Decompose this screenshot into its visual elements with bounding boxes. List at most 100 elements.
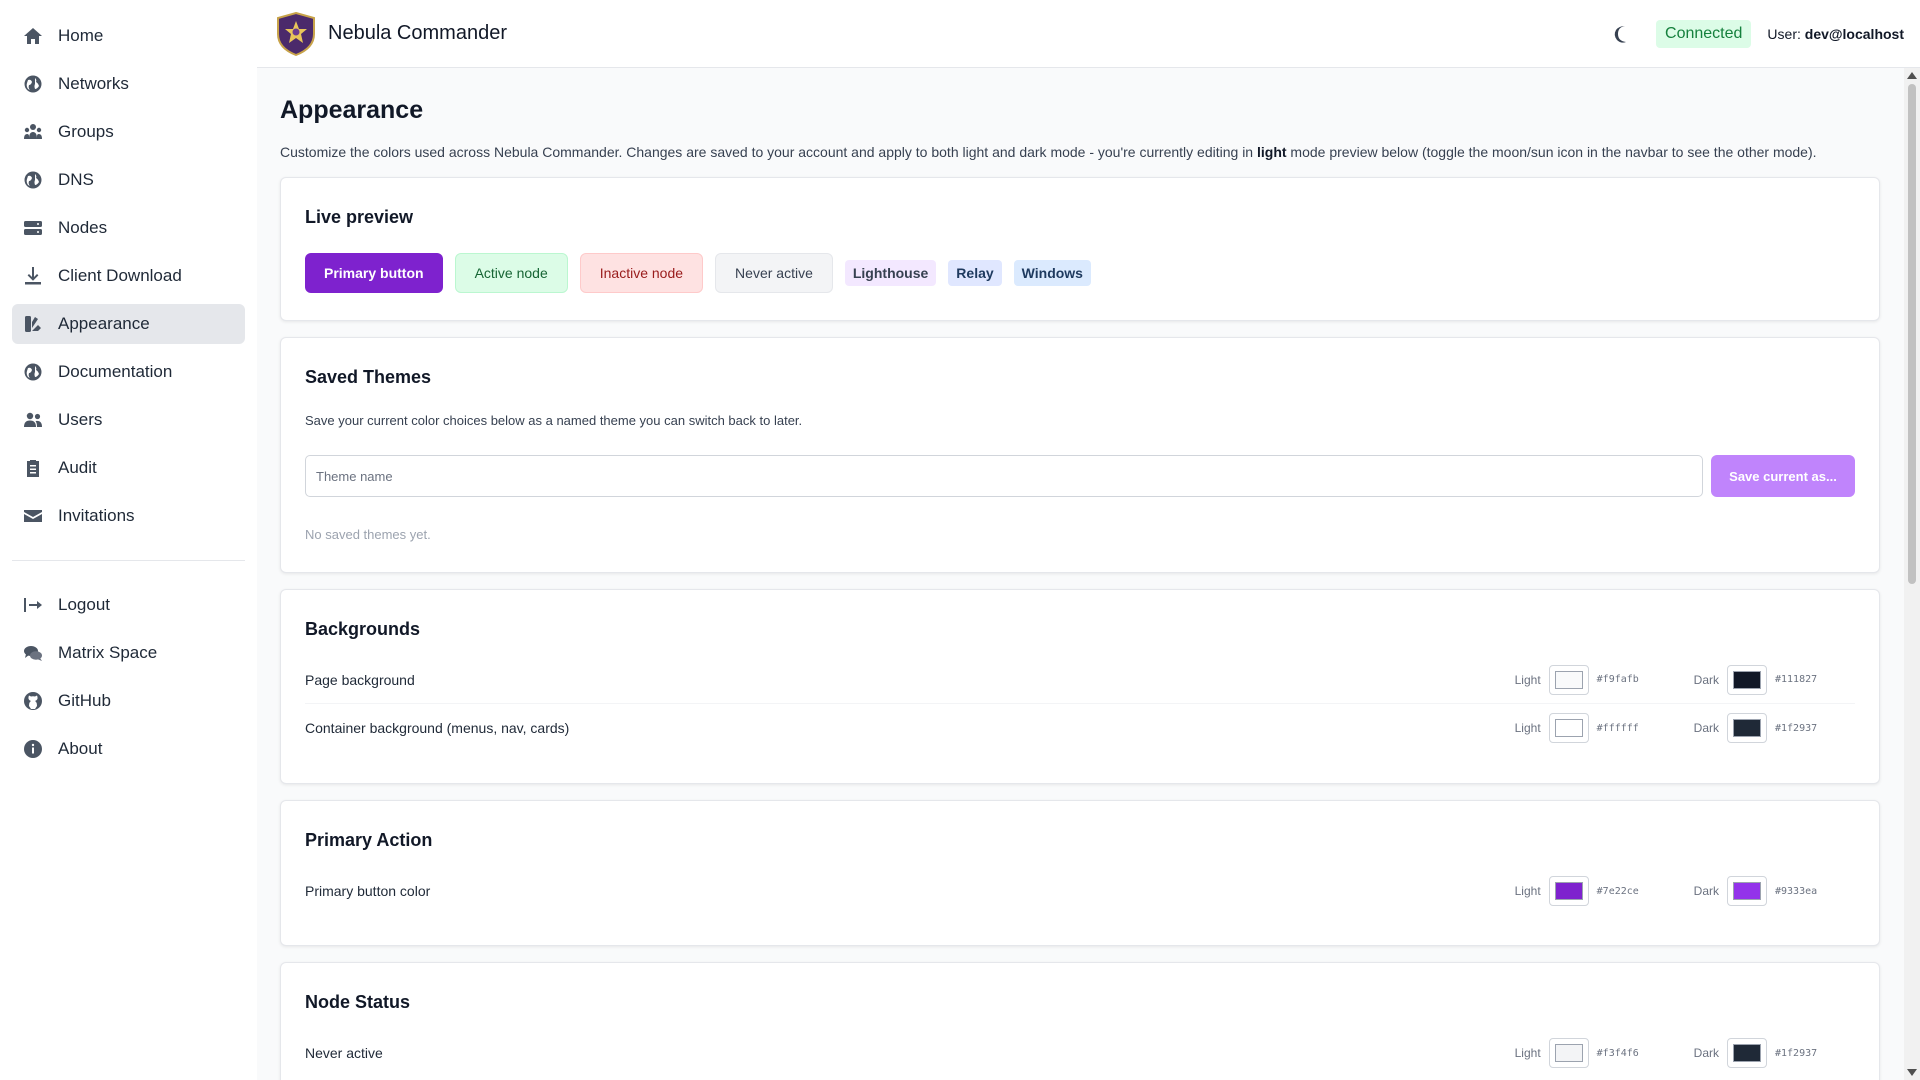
sidebar-item-label: Audit — [58, 458, 97, 477]
primary-action-card: Primary Action Primary button color Ligh… — [280, 800, 1880, 946]
page-description-text-end: mode preview below (toggle the moon/sun … — [1286, 144, 1817, 160]
dark-color-picker[interactable] — [1727, 876, 1767, 906]
info-icon — [22, 738, 44, 760]
sidebar-item-home[interactable]: Home — [12, 16, 245, 56]
preview-never-active: Never active — [715, 253, 833, 293]
dark-color-group: Dark #1f2937 — [1694, 1038, 1837, 1068]
dark-color-picker[interactable] — [1727, 664, 1767, 695]
sidebar-item-label: Matrix Space — [58, 643, 158, 662]
light-color-group: Light #7e22ce — [1515, 876, 1659, 906]
sidebar-item-audit[interactable]: Audit — [12, 448, 245, 488]
color-row-page-background: Page background Light #f9fafb Dark #1118… — [305, 656, 1855, 704]
color-row-label: Never active — [305, 1045, 383, 1061]
dark-swatch-fill — [1733, 882, 1761, 900]
scroll-up-arrow-icon[interactable] — [1907, 72, 1917, 79]
sidebar-divider — [12, 560, 245, 561]
dark-color-group: Dark #111827 — [1693, 664, 1837, 695]
chat-bubbles-icon — [22, 642, 44, 664]
light-color-group: Light #ffffff — [1515, 713, 1659, 743]
dark-color-group: Dark #9333ea — [1694, 876, 1837, 906]
connection-status-badge: Connected — [1656, 20, 1752, 48]
live-preview-card: Live preview Primary button Active node … — [280, 177, 1880, 321]
user-name: dev@localhost — [1804, 26, 1904, 42]
sidebar-item-label: Invitations — [58, 506, 135, 525]
dark-swatch-fill — [1733, 1044, 1761, 1062]
logout-icon — [22, 594, 44, 616]
theme-save-row: Save current as... — [305, 455, 1855, 497]
color-row-label: Container background (menus, nav, cards) — [305, 720, 570, 736]
light-label: Light — [1514, 721, 1541, 735]
page-title: Appearance — [280, 96, 424, 124]
backgrounds-title: Backgrounds — [305, 619, 421, 639]
sidebar-item-appearance[interactable]: Appearance — [12, 304, 245, 344]
sidebar-item-matrix-space[interactable]: Matrix Space — [12, 633, 245, 673]
scroll-thumb[interactable] — [1908, 84, 1916, 584]
sidebar-item-label: DNS — [58, 170, 94, 189]
user-prefix: User: — [1767, 26, 1801, 42]
color-row-never-active: Never active Light #f3f4f6 Dark #1f2937 — [305, 1029, 1855, 1077]
preview-tag-relay: Relay — [948, 260, 1002, 286]
sidebar-item-github[interactable]: GitHub — [12, 681, 245, 721]
topbar: Nebula Commander Connected User: dev@loc… — [257, 0, 1920, 68]
sidebar-item-about[interactable]: About — [12, 729, 245, 769]
globe-icon — [22, 169, 44, 191]
dark-label: Dark — [1693, 672, 1719, 687]
sidebar-item-groups[interactable]: Groups — [12, 112, 245, 152]
sidebar-item-networks[interactable]: Networks — [12, 64, 245, 104]
user-info: User: dev@localhost — [1767, 26, 1904, 42]
shield-logo-icon[interactable] — [276, 11, 316, 56]
sidebar-item-label: Groups — [58, 122, 114, 141]
backgrounds-card: Backgrounds Page background Light #f9faf… — [280, 589, 1880, 784]
page-description-text: Customize the colors used across Nebula … — [280, 144, 1257, 160]
sidebar-item-users[interactable]: Users — [12, 400, 245, 440]
sidebar-item-label: GitHub — [58, 691, 111, 710]
sidebar-item-nodes[interactable]: Nodes — [12, 208, 245, 248]
main-content: Appearance Customize the colors used acr… — [257, 69, 1904, 1080]
light-swatch-fill — [1554, 882, 1583, 900]
dark-hex-value: #1f2937 — [1775, 1047, 1818, 1059]
sidebar-item-label: Home — [58, 26, 104, 45]
light-hex-value: #f3f4f6 — [1596, 1047, 1639, 1059]
scroll-down-arrow-icon[interactable] — [1907, 1069, 1917, 1076]
saved-themes-card: Saved Themes Save your current color cho… — [280, 337, 1880, 573]
theme-name-input[interactable] — [305, 455, 1703, 497]
sidebar-item-documentation[interactable]: Documentation — [12, 352, 245, 392]
users-icon — [22, 409, 44, 431]
dark-color-group: Dark #1f2937 — [1694, 713, 1837, 743]
light-label: Light — [1514, 884, 1541, 898]
preview-primary-button[interactable]: Primary button — [305, 253, 443, 293]
sidebar-item-label: Networks — [58, 74, 129, 93]
page-description-mode: light — [1257, 144, 1287, 160]
light-color-picker[interactable] — [1548, 1038, 1589, 1068]
sidebar-item-client-download[interactable]: Client Download — [12, 256, 245, 296]
dark-hex-value: #1f2937 — [1775, 722, 1818, 734]
sidebar-item-label: Appearance — [58, 314, 150, 333]
sidebar-item-invitations[interactable]: Invitations — [12, 496, 245, 536]
sidebar-item-label: Users — [58, 410, 103, 429]
color-rows: Never active Light #f3f4f6 Dark #1f2937 — [305, 1029, 1855, 1077]
sidebar-item-logout[interactable]: Logout — [12, 585, 245, 625]
dark-color-picker[interactable] — [1727, 713, 1767, 743]
save-theme-button[interactable]: Save current as... — [1711, 455, 1855, 497]
preview-inactive-node: Inactive node — [579, 253, 704, 293]
dark-hex-value: #111827 — [1775, 674, 1818, 685]
moon-icon[interactable] — [1612, 23, 1634, 45]
home-icon — [22, 25, 44, 47]
light-color-picker[interactable] — [1548, 876, 1589, 906]
light-color-picker[interactable] — [1548, 664, 1589, 695]
light-swatch-fill — [1554, 719, 1583, 737]
light-label: Light — [1514, 1046, 1541, 1060]
light-color-picker[interactable] — [1548, 713, 1589, 743]
light-swatch-fill — [1554, 1044, 1583, 1062]
light-swatch-fill — [1554, 670, 1583, 689]
sidebar-item-dns[interactable]: DNS — [12, 160, 245, 200]
color-row-label: Page background — [305, 671, 415, 688]
page-scrollbar[interactable] — [1904, 68, 1920, 1080]
light-hex-value: #ffffff — [1596, 722, 1639, 734]
dark-color-picker[interactable] — [1727, 1038, 1767, 1068]
preview-tag-lighthouse: Lighthouse — [844, 260, 937, 286]
primary-action-title: Primary Action — [305, 830, 433, 850]
no-saved-themes-text: No saved themes yet. — [305, 527, 431, 542]
color-row-label: Primary button color — [305, 883, 431, 899]
people-group-icon — [22, 121, 44, 143]
